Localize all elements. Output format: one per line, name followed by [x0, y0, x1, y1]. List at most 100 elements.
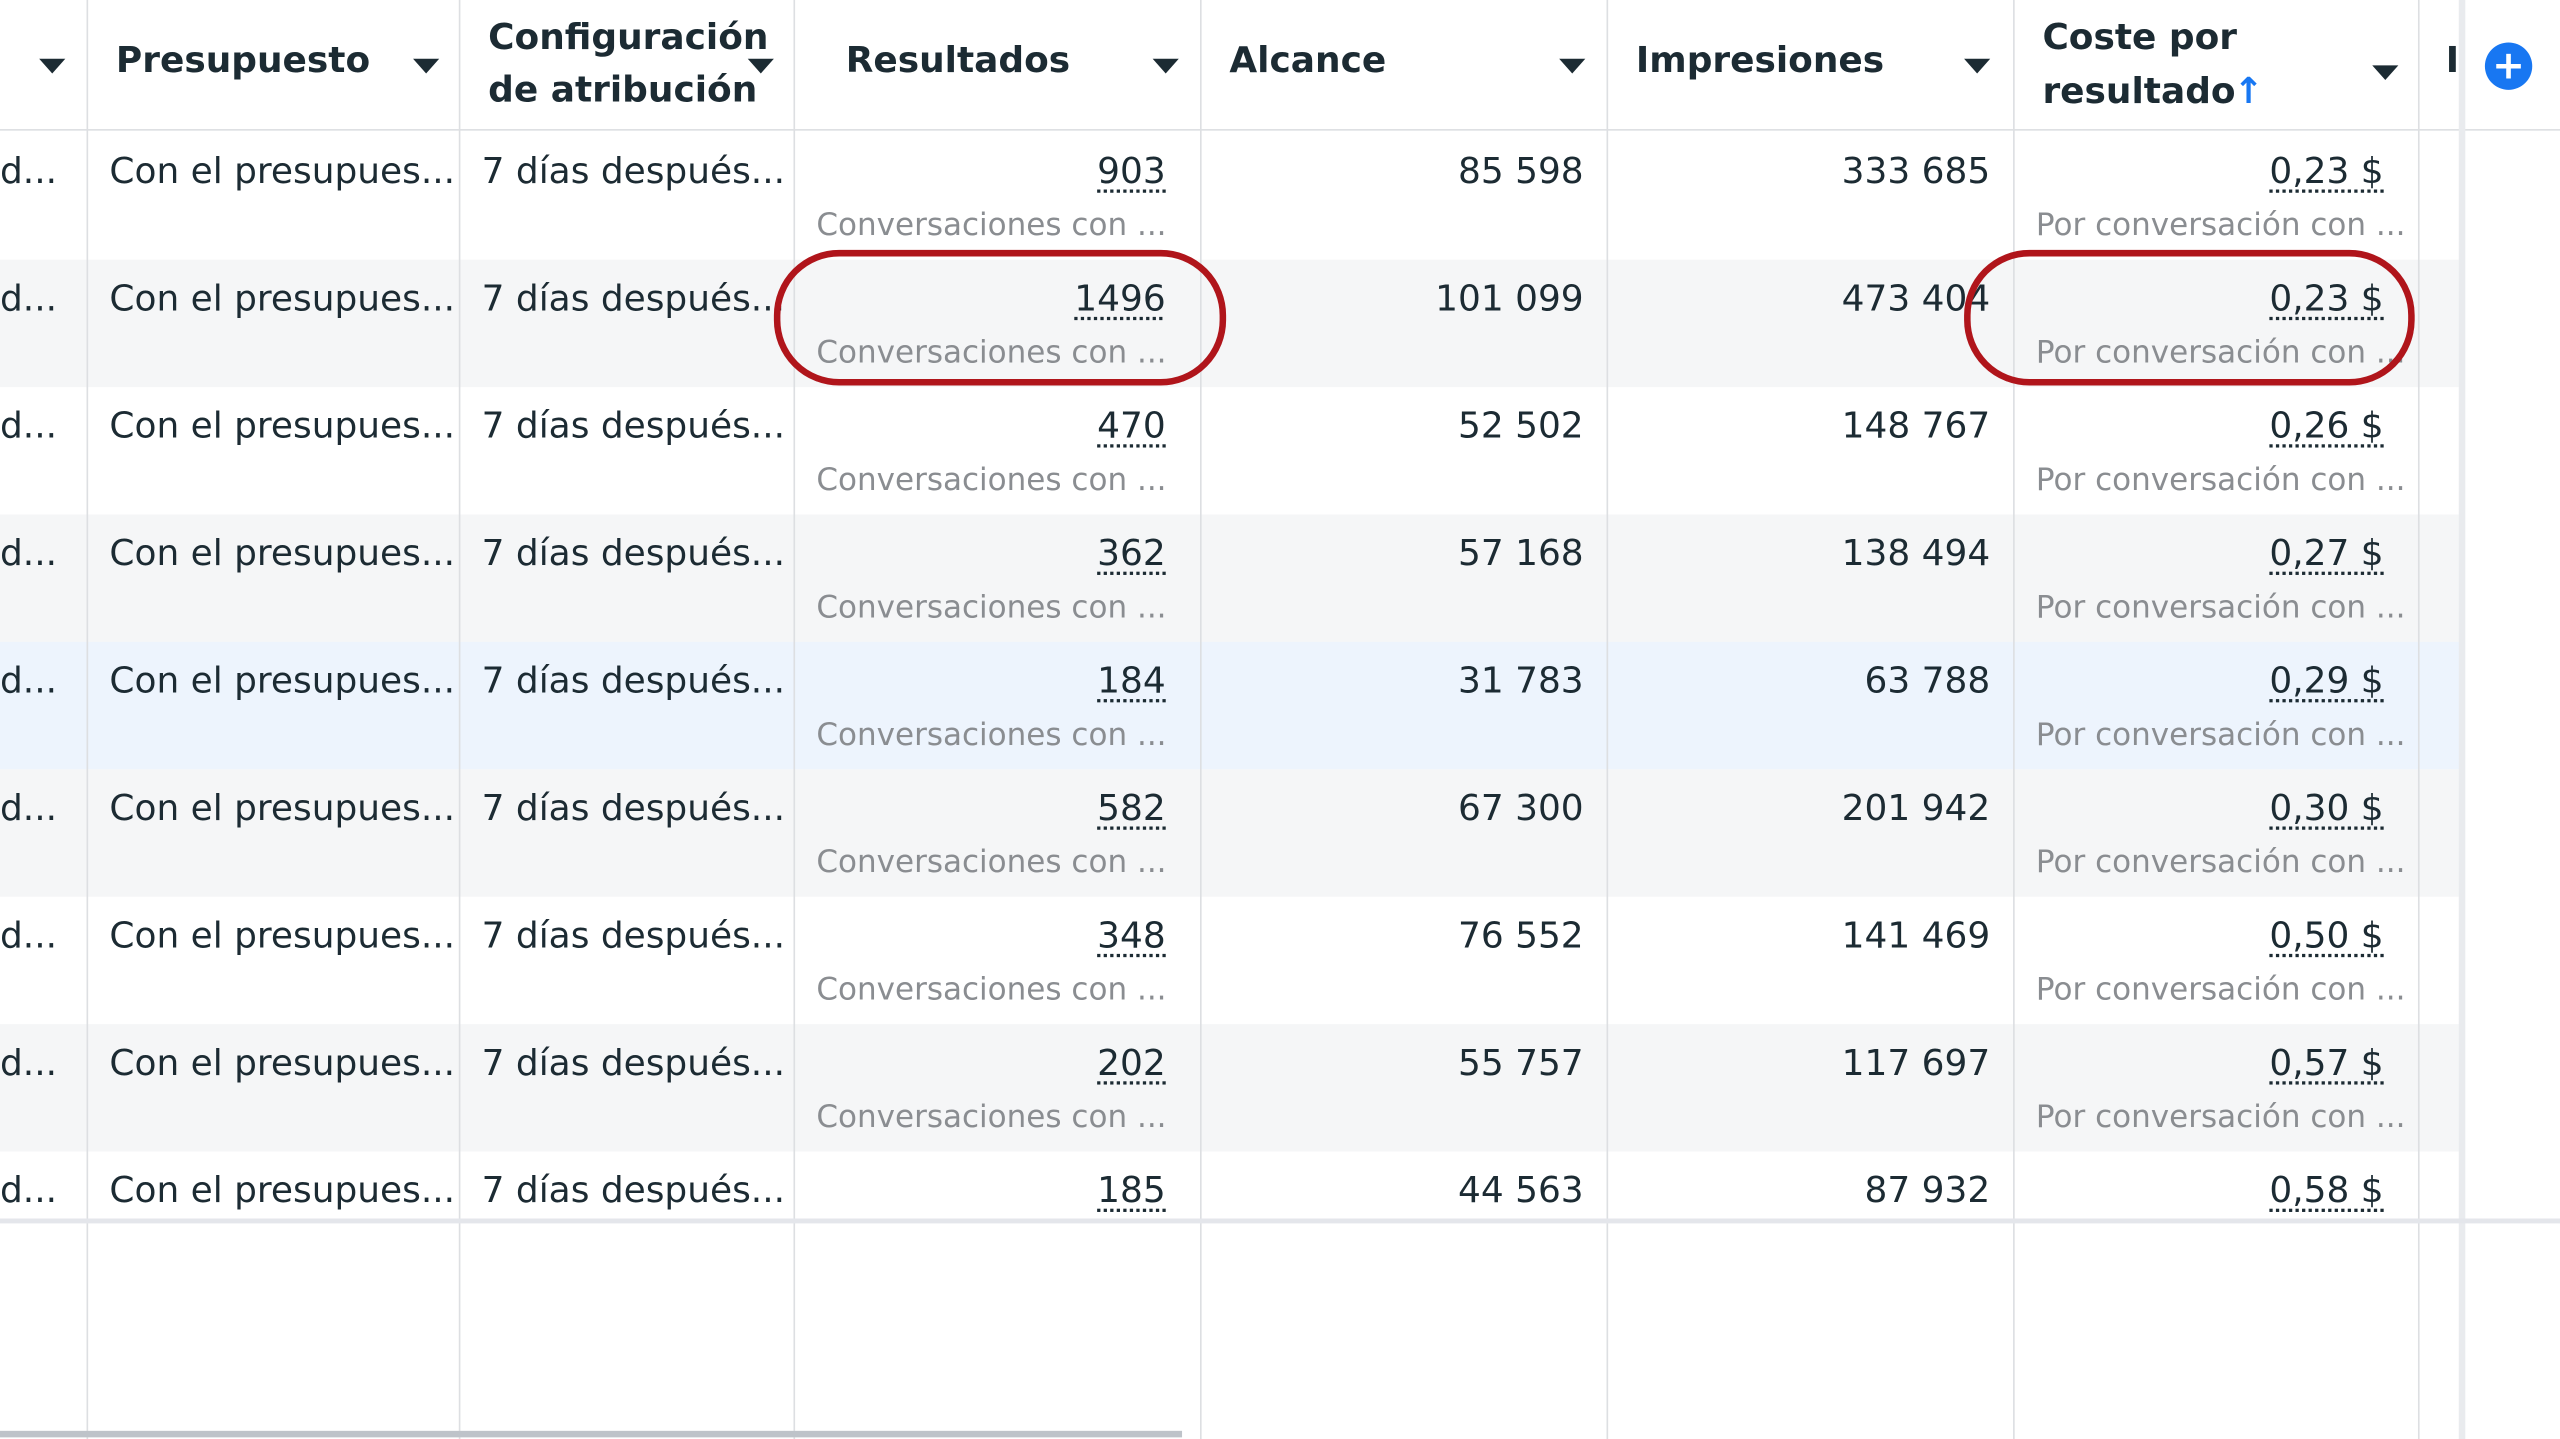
cell-cost-link[interactable]: 0,29 $ [2269, 662, 2383, 703]
cell-cost-link[interactable]: 0,30 $ [2269, 789, 2383, 830]
cell-budget: Con el presupues... [109, 534, 456, 575]
cell-budget: Con el presupues... [109, 1171, 456, 1212]
table-row[interactable]: d... Con el presupues... 7 días después...… [0, 769, 2463, 897]
cell-attribution: 7 días después... [481, 279, 786, 321]
cell-reach: 67 300 [1457, 788, 1584, 830]
cell-results-subtext: Conversaciones con ... [816, 1099, 1167, 1136]
column-header-label: Resultados [845, 40, 1071, 82]
table-row[interactable]: d... Con el presupues... 7 días después...… [0, 387, 2462, 514]
column-header-reach[interactable]: Alcance [1200, 0, 1607, 131]
column-header-impressions[interactable]: Impresiones [1607, 0, 2014, 131]
cell-reach: 101 099 [1435, 279, 1584, 321]
cell-cost-subtext: Por conversación con ... [2035, 462, 2406, 499]
cell-budget: Con el presupues... [109, 151, 456, 193]
column-header-label-line2: de atribución [488, 70, 758, 112]
column-header-results[interactable]: Resultados [793, 0, 1200, 131]
table-row[interactable]: d... Con el presupues... 7 días después...… [0, 132, 2462, 259]
cell-results-link[interactable]: 903 [1097, 152, 1166, 193]
caret-down-icon[interactable] [39, 58, 66, 74]
cell-results-subtext: Conversaciones con ... [816, 717, 1167, 753]
cell-cost-link[interactable]: 0,58 $ [2269, 1171, 2383, 1212]
cell-budget: Con el presupues... [109, 916, 456, 958]
cell-partial: d... [0, 406, 58, 448]
table-row[interactable]: d... Con el presupues... 7 días después...… [0, 1024, 2463, 1152]
cell-impressions: 141 469 [1841, 916, 1991, 958]
cell-budget: Con el presupues... [109, 406, 456, 448]
cell-cost-link[interactable]: 0,57 $ [2269, 1044, 2383, 1085]
cell-cost-link[interactable]: 0,27 $ [2269, 534, 2383, 575]
column-header-label-line1: Coste por [2042, 17, 2238, 59]
column-header-label: I [2445, 40, 2460, 82]
cell-results-subtext: Conversaciones con ... [816, 207, 1167, 244]
cell-cost-link[interactable]: 0,50 $ [2269, 916, 2383, 957]
cell-attribution: 7 días después... [481, 661, 786, 703]
cell-results-link[interactable]: 184 [1097, 662, 1166, 703]
cell-results-subtext: Conversaciones con ... [816, 844, 1167, 881]
cell-budget: Con el presupues... [109, 788, 456, 830]
column-header-attribution[interactable]: Configuración de atribución [459, 0, 794, 131]
table-row[interactable]: d... Con el presupues... 7 días después...… [0, 1152, 2462, 1279]
cell-cost-subtext: Por conversación con ... [2035, 971, 2406, 1008]
cell-results-link[interactable]: 348 [1097, 916, 1166, 957]
cell-results-link[interactable]: 185 [1097, 1171, 1166, 1212]
caret-down-icon[interactable] [2372, 65, 2399, 81]
cell-results-link[interactable]: 582 [1097, 789, 1166, 830]
annotation-circle-cost [1964, 249, 2415, 386]
caret-down-icon[interactable] [747, 58, 774, 74]
cell-partial: d... [0, 151, 58, 193]
cell-attribution: 7 días después... [481, 1043, 786, 1085]
table-row[interactable]: d... Con el presupues... 7 días después...… [0, 897, 2462, 1024]
table-header: Presupuesto Configuración de atribución … [0, 0, 2560, 131]
cell-results-link[interactable]: 202 [1097, 1044, 1166, 1085]
cell-results-subtext: Conversaciones con ... [816, 462, 1167, 499]
sort-ascending-icon[interactable]: ↑ [2233, 67, 2263, 119]
cell-reach: 85 598 [1457, 151, 1584, 193]
cell-reach: 52 502 [1457, 406, 1584, 448]
column-header-partial[interactable] [0, 0, 87, 131]
column-header-cost-per-result[interactable]: Coste por resultado ↑ [2013, 0, 2418, 131]
cell-results-link[interactable]: 470 [1097, 407, 1166, 448]
cell-impressions: 333 685 [1841, 151, 1991, 193]
table-row[interactable]: d... Con el presupues... 7 días después...… [0, 641, 2463, 770]
horizontal-scrollbar[interactable] [0, 1430, 1183, 1438]
cell-impressions: 201 942 [1841, 788, 1991, 830]
cell-cost-link[interactable]: 0,23 $ [2269, 152, 2383, 193]
caret-down-icon[interactable] [1152, 58, 1179, 74]
cell-attribution: 7 días después... [481, 406, 786, 448]
add-column-icon[interactable]: + [2484, 42, 2533, 90]
cell-reach: 57 168 [1457, 534, 1584, 575]
cell-reach: 76 552 [1457, 916, 1584, 958]
cell-partial: d... [0, 1171, 58, 1212]
column-header-budget[interactable]: Presupuesto [87, 0, 459, 131]
cell-partial: d... [0, 279, 58, 321]
cell-attribution: 7 días después... [481, 534, 786, 575]
column-header-label-line1: Configuración [488, 17, 769, 59]
cell-partial: d... [0, 661, 58, 703]
cell-budget: Con el presupues... [109, 661, 456, 703]
cell-attribution: 7 días después... [481, 151, 786, 193]
column-header-label: Presupuesto [115, 40, 371, 82]
cell-results-subtext: Conversaciones con ... [816, 971, 1167, 1008]
cell-partial: d... [0, 788, 58, 830]
caret-down-icon[interactable] [1559, 58, 1586, 74]
column-header-next-partial[interactable]: I [2418, 0, 2483, 131]
cell-reach: 31 783 [1457, 661, 1584, 703]
cell-reach: 44 563 [1457, 1171, 1584, 1212]
ads-manager-table: Presupuesto Configuración de atribución … [0, 0, 2560, 1439]
cell-cost-subtext: Por conversación con ... [2035, 1099, 2406, 1136]
cell-budget: Con el presupues... [109, 1043, 456, 1085]
cell-partial: d... [0, 1043, 58, 1085]
cell-impressions: 63 788 [1864, 661, 1991, 703]
caret-down-icon[interactable] [413, 58, 440, 74]
cell-cost-link[interactable]: 0,26 $ [2269, 407, 2383, 448]
cell-impressions: 117 697 [1841, 1043, 1991, 1085]
cell-cost-subtext: Por conversación con ... [2035, 717, 2406, 753]
cell-attribution: 7 días después... [481, 916, 786, 958]
cell-attribution: 7 días después... [481, 1171, 786, 1212]
table-end-divider [0, 1218, 2560, 1224]
caret-down-icon[interactable] [1964, 58, 1991, 74]
table-row[interactable]: d... Con el presupues... 7 días después...… [0, 514, 2463, 642]
cell-results-link[interactable]: 362 [1097, 534, 1166, 575]
cell-impressions: 138 494 [1841, 534, 1991, 575]
cell-results-subtext: Conversaciones con ... [816, 589, 1167, 626]
